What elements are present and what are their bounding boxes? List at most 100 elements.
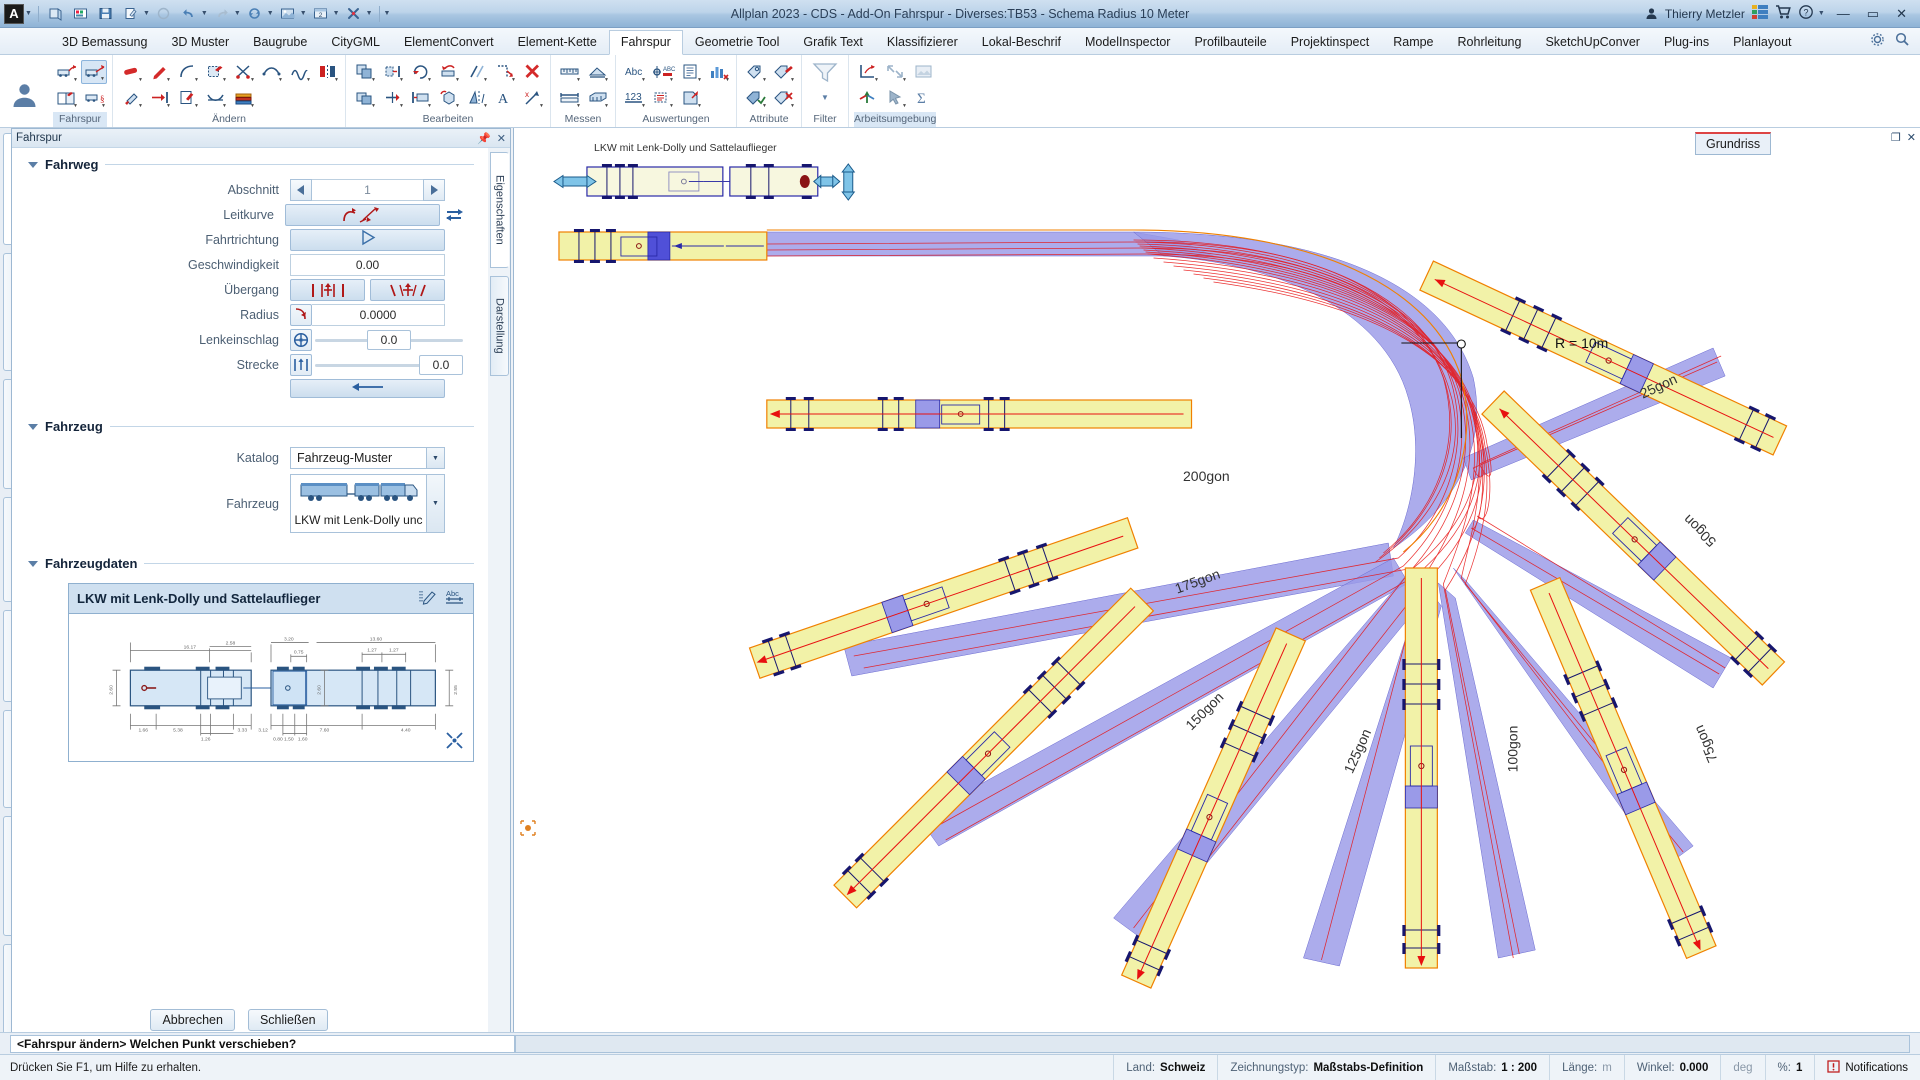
wave-icon[interactable]: ▼ bbox=[286, 60, 312, 84]
axis-tripod-icon[interactable] bbox=[854, 86, 880, 110]
status-cell-winkel[interactable]: Winkel: 0.000 bbox=[1623, 1055, 1720, 1080]
fahrspur-settings-icon[interactable]: § ▼ bbox=[81, 86, 107, 110]
attribute-delete-icon[interactable]: ▼ bbox=[770, 86, 796, 110]
tab-3d-bemassung[interactable]: 3D Bemassung bbox=[50, 30, 159, 54]
tab-3d-muster[interactable]: 3D Muster bbox=[159, 30, 241, 54]
back-arrow-button[interactable] bbox=[290, 379, 445, 398]
view-tab-grundriss[interactable]: Grundriss bbox=[1695, 132, 1772, 155]
geschwindigkeit-input[interactable]: 0.00 bbox=[290, 254, 445, 276]
undo-icon[interactable] bbox=[178, 4, 200, 24]
fahrtrichtung-button[interactable] bbox=[290, 229, 445, 251]
trim-icon[interactable]: ▼ bbox=[230, 60, 256, 84]
transition-straight-button[interactable] bbox=[290, 279, 365, 301]
chevron-down-icon[interactable]: ▼ bbox=[426, 448, 444, 468]
refresh-icon[interactable] bbox=[244, 4, 266, 24]
maximize-button[interactable]: ▭ bbox=[1862, 6, 1884, 22]
length-measure-icon[interactable]: ▼ bbox=[556, 86, 582, 110]
mirror-icon[interactable]: ▼ bbox=[314, 60, 340, 84]
group-icon[interactable]: ▼ bbox=[351, 86, 377, 110]
status-cell-massstab[interactable]: Maßstab: 1 : 200 bbox=[1435, 1055, 1549, 1080]
delete-x-icon[interactable] bbox=[519, 60, 545, 84]
open-drawing-icon[interactable] bbox=[70, 4, 92, 24]
eraser-icon[interactable]: ▼ bbox=[118, 60, 144, 84]
select-arrow-icon[interactable]: ▼ bbox=[882, 86, 908, 110]
mirror3d-icon[interactable]: ▼ bbox=[463, 86, 489, 110]
image-icon[interactable] bbox=[910, 60, 936, 84]
label-point-icon[interactable]: ABC ▼ bbox=[649, 60, 676, 84]
redo-icon[interactable] bbox=[211, 4, 233, 24]
new-project-icon[interactable] bbox=[45, 4, 67, 24]
section-header-fahrzeug[interactable]: Fahrzeug bbox=[12, 401, 488, 438]
align-right-icon[interactable]: ▼ bbox=[379, 60, 405, 84]
abc-label-icon[interactable]: Abc ▼ bbox=[621, 60, 647, 84]
pin-icon[interactable]: 📌 bbox=[477, 132, 491, 145]
fahrzeug-select[interactable]: LKW mit Lenk-Dolly unc ▼ bbox=[290, 474, 445, 533]
edit-icon[interactable] bbox=[120, 4, 142, 24]
sum-sigma-icon[interactable]: Σ bbox=[910, 86, 936, 110]
fahrspur-catalog-icon[interactable]: ▼ bbox=[53, 86, 79, 110]
view-icon[interactable] bbox=[277, 4, 299, 24]
area-measure-icon[interactable]: ▼ bbox=[584, 60, 610, 84]
fahrzeug-preview[interactable]: LKW mit Lenk-Dolly unc bbox=[291, 475, 426, 532]
shop-cart-icon[interactable] bbox=[1775, 5, 1792, 22]
tab-rohrleitung[interactable]: Rohrleitung bbox=[1446, 30, 1534, 54]
pan-icon[interactable]: ▼ bbox=[882, 60, 908, 84]
edit-pencil-icon[interactable] bbox=[418, 588, 437, 610]
filter-dropdown-icon[interactable]: ▼ bbox=[807, 86, 843, 110]
tab-profilbauteile[interactable]: Profilbauteile bbox=[1182, 30, 1278, 54]
section-header-fahrzeugdaten[interactable]: Fahrzeugdaten bbox=[12, 536, 488, 575]
brush-icon[interactable]: ▼ bbox=[118, 86, 144, 110]
filter-funnel-icon[interactable] bbox=[807, 59, 843, 85]
tab-plug-ins[interactable]: Plug-ins bbox=[1652, 30, 1721, 54]
distance-icon[interactable] bbox=[290, 354, 312, 376]
stretch-icon[interactable]: ▼ bbox=[463, 60, 489, 84]
abschnitt-stepper[interactable]: 1 bbox=[290, 179, 445, 201]
tab-projektinspect[interactable]: Projektinspect bbox=[1279, 30, 1382, 54]
rotate-icon[interactable]: ▼ bbox=[407, 60, 433, 84]
radius-input[interactable]: 0.0000 bbox=[312, 304, 445, 326]
redo-dropdown-caret-icon[interactable]: ▼ bbox=[234, 10, 241, 17]
abschnitt-prev-button[interactable] bbox=[290, 179, 312, 201]
tab-eigenschaften[interactable]: Eigenschaften bbox=[490, 152, 509, 268]
extend-icon[interactable]: ▼ bbox=[491, 60, 517, 84]
coordinate-system-icon[interactable]: ▼ bbox=[854, 60, 880, 84]
tools-dropdown-caret-icon[interactable]: ▼ bbox=[366, 10, 373, 17]
close-button[interactable]: Schließen bbox=[247, 1009, 328, 1031]
collapse-triangle-icon[interactable] bbox=[28, 423, 38, 430]
move-to-icon[interactable]: ▼ bbox=[146, 86, 172, 110]
swap-direction-icon[interactable] bbox=[444, 204, 466, 226]
radius-pick-icon[interactable] bbox=[290, 304, 312, 326]
duplicate-icon[interactable]: ▼ bbox=[351, 60, 377, 84]
tab-grafik-text[interactable]: Grafik Text bbox=[791, 30, 875, 54]
tab-fahrspur[interactable]: Fahrspur bbox=[608, 30, 683, 55]
steering-wheel-icon[interactable] bbox=[290, 329, 312, 351]
cad-viewport[interactable]: ❐ ✕ Grundriss LKW mit Lenk-Dolly und Sat… bbox=[513, 128, 1920, 1032]
attribute-assign-icon[interactable]: ▼ bbox=[742, 86, 768, 110]
tab-element-kette[interactable]: Element-Kette bbox=[506, 30, 609, 54]
allplan-logo-icon[interactable]: A bbox=[4, 3, 24, 24]
center-icon[interactable]: ▼ bbox=[379, 86, 405, 110]
box-rotate-icon[interactable]: ▼ bbox=[435, 86, 461, 110]
leitkurve-pick-button[interactable] bbox=[285, 204, 440, 226]
library-icon[interactable]: ▼ bbox=[230, 86, 256, 110]
settings-gear-icon[interactable] bbox=[1870, 32, 1885, 50]
qat-overflow-caret-icon[interactable]: ▼ bbox=[384, 10, 391, 17]
tab-modelinspector[interactable]: ModelInspector bbox=[1073, 30, 1182, 54]
delete-point-icon[interactable]: x ▼ bbox=[519, 86, 545, 110]
edit-page-icon[interactable]: ▼ bbox=[174, 86, 200, 110]
minimize-button[interactable]: — bbox=[1832, 6, 1855, 21]
fit-view-icon[interactable] bbox=[445, 731, 464, 755]
number-123-icon[interactable]: 123 ▼ bbox=[621, 86, 647, 110]
text-a-icon[interactable]: A bbox=[491, 86, 517, 110]
layer-2-icon[interactable]: 2 bbox=[310, 4, 332, 24]
tab-rampe[interactable]: Rampe bbox=[1381, 30, 1445, 54]
fahrspur-edit-icon[interactable]: ▼ bbox=[81, 59, 107, 84]
collapse-triangle-icon[interactable] bbox=[28, 161, 38, 168]
katalog-select[interactable]: Fahrzeug-Muster ▼ bbox=[290, 447, 445, 469]
tab-elementconvert[interactable]: ElementConvert bbox=[392, 30, 506, 54]
close-button[interactable]: ✕ bbox=[1891, 6, 1912, 22]
edit-dropdown-caret-icon[interactable]: ▼ bbox=[143, 10, 150, 17]
tab-geometrie-tool[interactable]: Geometrie Tool bbox=[683, 30, 792, 54]
spline-icon[interactable]: ▼ bbox=[258, 60, 284, 84]
view-dropdown-caret-icon[interactable]: ▼ bbox=[300, 10, 307, 17]
